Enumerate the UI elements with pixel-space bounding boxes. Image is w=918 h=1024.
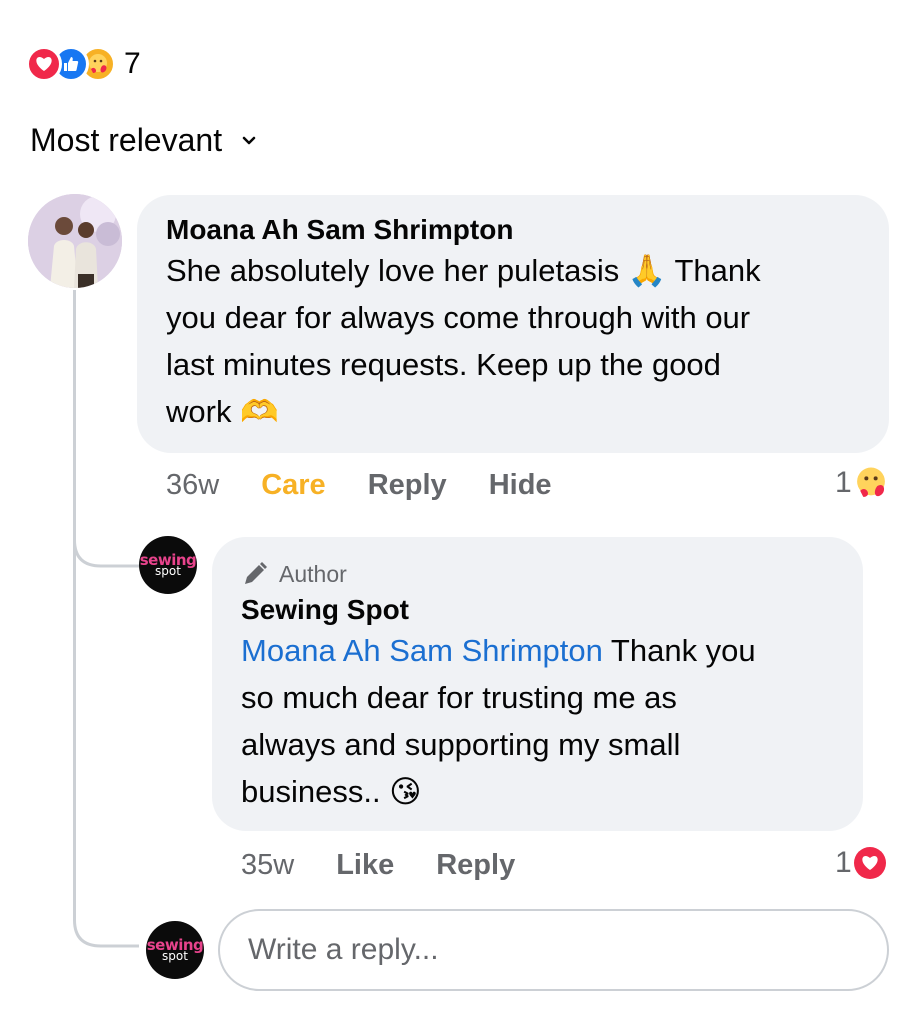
reply-line-text: Thank you <box>602 633 756 668</box>
comment-text: She absolutely love her puletasis 🙏 Than… <box>166 247 861 435</box>
reply-text: Moana Ah Sam Shrimpton Thank you so much… <box>241 627 835 815</box>
avatar[interactable]: sewing spot <box>146 921 204 979</box>
comment-timestamp[interactable]: 36w <box>166 469 219 502</box>
care-icon <box>854 466 888 500</box>
reply-line: business.. 😘 <box>241 774 422 809</box>
author-badge: Author <box>241 559 835 589</box>
logo-text: spot <box>162 948 188 963</box>
reactions-summary[interactable]: 7 <box>26 44 141 84</box>
thread-connector <box>73 520 139 568</box>
comment-line: She absolutely love her puletasis 🙏 Than… <box>166 253 761 288</box>
reply-bubble: Author Sewing Spot Moana Ah Sam Shrimpto… <box>212 537 863 831</box>
reply-line: so much dear for trusting me as <box>241 680 677 715</box>
comment-author[interactable]: Moana Ah Sam Shrimpton <box>166 213 861 247</box>
thread-connector <box>73 900 139 948</box>
reaction-count[interactable]: 7 <box>124 47 141 81</box>
care-reaction-button[interactable]: Care <box>261 469 326 502</box>
pencil-icon <box>245 562 267 584</box>
reply-author[interactable]: Sewing Spot <box>241 593 835 627</box>
comment-line: work 🫶 <box>166 394 279 429</box>
comment-line: you dear for always come through with ou… <box>166 300 751 335</box>
comment-reaction-count[interactable]: 1 <box>835 463 888 503</box>
reply-input[interactable] <box>218 909 889 991</box>
comment-line: last minutes requests. Keep up the good <box>166 347 721 382</box>
love-icon <box>26 46 62 82</box>
hide-button[interactable]: Hide <box>489 469 552 502</box>
reply-button[interactable]: Reply <box>368 469 447 502</box>
reply-reaction-count[interactable]: 1 <box>835 843 886 883</box>
comment-actions: 36w Care Reply Hide <box>166 466 552 504</box>
avatar[interactable] <box>28 194 122 288</box>
comment-bubble: Moana Ah Sam Shrimpton She absolutely lo… <box>137 195 889 453</box>
love-icon <box>853 847 886 879</box>
reply-line: Moana Ah Sam Shrimpton Thank you <box>241 627 835 674</box>
reply-actions: 35w Like Reply <box>241 846 515 884</box>
mention-link[interactable]: Moana Ah Sam Shrimpton <box>241 633 603 668</box>
avatar[interactable]: sewing spot <box>139 536 197 594</box>
thread-line <box>73 290 76 910</box>
sort-dropdown[interactable]: Most relevant <box>30 122 258 159</box>
author-badge-label: Author <box>279 560 347 587</box>
reaction-count: 1 <box>835 466 852 499</box>
sort-label: Most relevant <box>30 122 223 158</box>
reply-button[interactable]: Reply <box>436 849 515 882</box>
reply-line: always and supporting my small <box>241 727 681 762</box>
reaction-count: 1 <box>835 846 852 879</box>
chevron-down-icon <box>242 136 256 144</box>
reply-timestamp[interactable]: 35w <box>241 849 294 882</box>
like-button[interactable]: Like <box>336 849 394 882</box>
logo-text: spot <box>155 563 181 578</box>
